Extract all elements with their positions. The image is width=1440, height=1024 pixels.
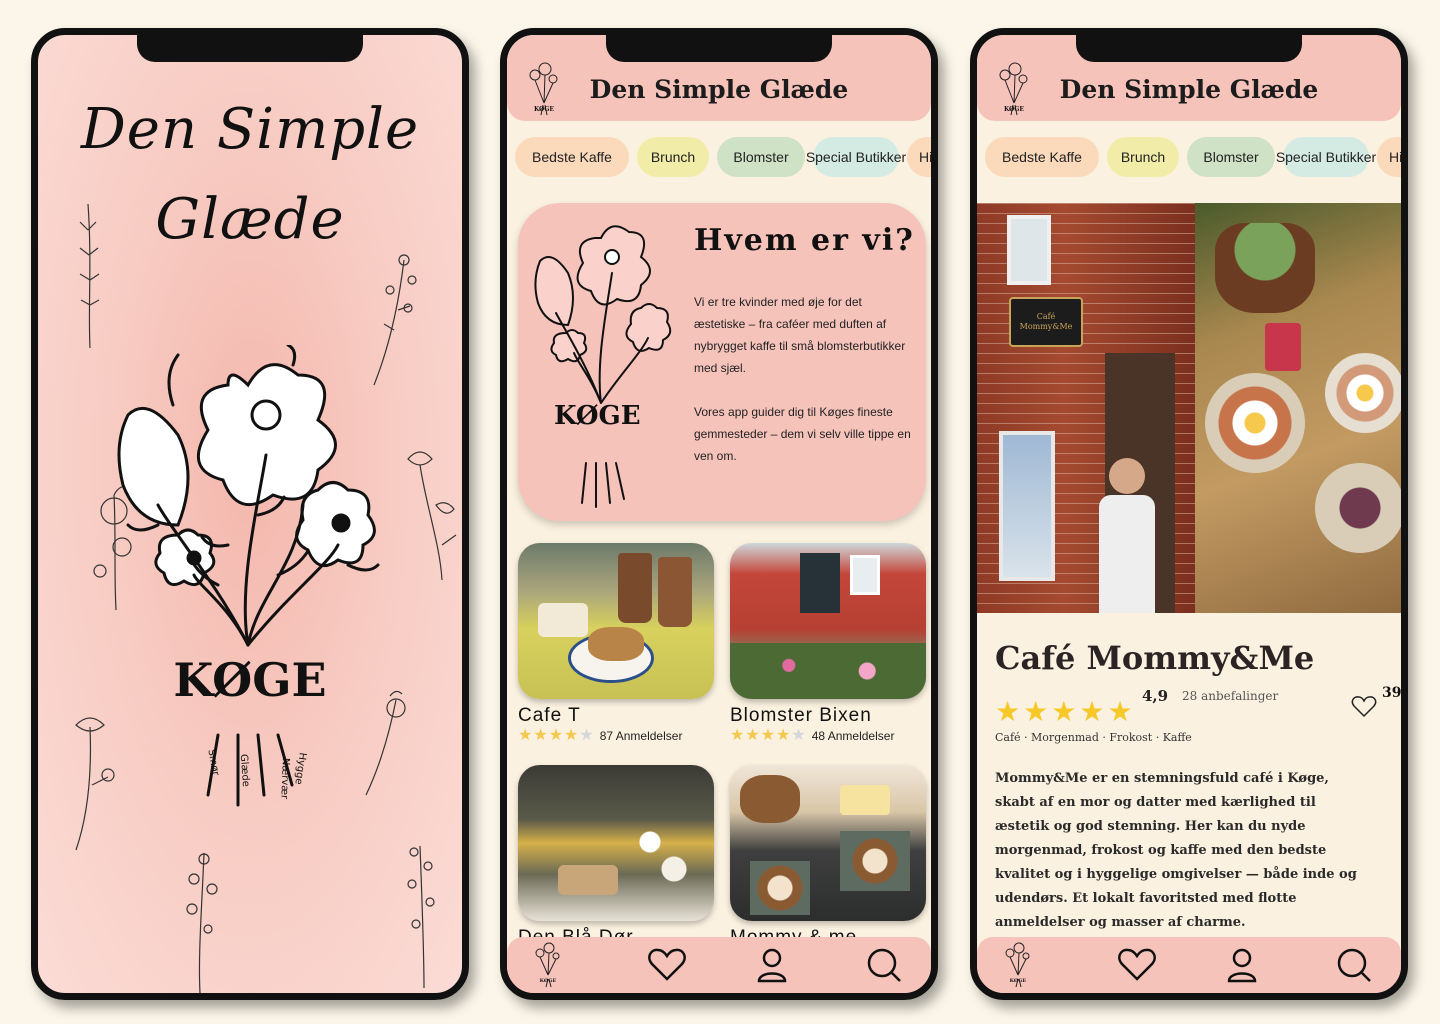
favorite-count: 39 (1382, 685, 1402, 701)
rating-value: 4,9 (1142, 687, 1169, 705)
about-title: Hvem er vi? (694, 223, 915, 258)
app-title: Den Simple Glæde (1059, 75, 1319, 104)
koge-logo-text: KØGE (173, 653, 327, 707)
recommendation-count: 28 anbefalinger (1182, 689, 1279, 703)
cafe-sign-line: Mommy&Me (1019, 322, 1073, 331)
chip-more[interactable]: Hi Ge (907, 137, 931, 177)
star-icon: ★ (533, 727, 548, 744)
place-title: Café Mommy&Me (995, 639, 1315, 677)
koge-logo-text: KØGE (554, 401, 641, 431)
flower-bouquet-illustration (117, 345, 380, 807)
star-icon: ★ (518, 727, 533, 744)
place-card-mommy-and-me[interactable]: Mommy & me (730, 765, 926, 949)
flower-sprig-icon (407, 845, 435, 989)
svg-text:KØGE: KØGE (1010, 977, 1027, 984)
star-icon: ★ (1023, 696, 1049, 727)
bottom-nav: KØGE (977, 937, 1401, 993)
star-icon: ★ (1051, 696, 1077, 727)
svg-text:KØGE: KØGE (540, 977, 557, 984)
star-rating: ★ ★ ★ ★ ★ (730, 727, 806, 744)
ribbon-word: Nærvær (278, 757, 291, 800)
chip-special-butikker[interactable]: Special Butikker (1276, 137, 1376, 177)
chip-bedste-kaffe[interactable]: Bedste Kaffe (515, 137, 629, 177)
phone-detail-screen: KØGE Den Simple Glæde Bedste Kaffe Brunch… (970, 28, 1408, 1000)
star-icon: ★ (1079, 696, 1105, 727)
ribbon-words: Smør Glæde Nærvær Hygge (200, 747, 320, 827)
search-icon[interactable] (1334, 947, 1374, 983)
chip-brunch[interactable]: Brunch (637, 137, 709, 177)
phone-notch (606, 35, 832, 62)
chip-bedste-kaffe[interactable]: Bedste Kaffe (985, 137, 1099, 177)
place-card-blomster-bixen[interactable]: Blomster Bixen ★ ★ ★ ★ ★ 48 Anmeldelser (730, 543, 926, 744)
heart-icon[interactable] (647, 947, 687, 983)
cafe-brunch-photo (1195, 203, 1401, 613)
splash-title-line1: Den Simple (80, 97, 420, 162)
star-icon: ★ (548, 727, 564, 744)
den-blaa-doer-photo[interactable] (518, 765, 714, 921)
about-paragraph: Vi er tre kvinder med øje for det æsteti… (694, 295, 906, 375)
ribbon-word: Glæde (237, 753, 252, 788)
place-card-cafe-t[interactable]: Cafe T ★ ★ ★ ★ ★ 87 Anmeldelser (518, 543, 714, 744)
about-text: Vi er tre kvinder med øje for det æsteti… (694, 291, 916, 467)
place-description: Mommy&Me er en stemningsfuld café i Køge… (995, 771, 1357, 930)
chip-brunch[interactable]: Brunch (1107, 137, 1179, 177)
app-title: Den Simple Glæde (589, 75, 849, 104)
flower-sprig-icon (79, 203, 100, 349)
phone-splash-screen: Den Simple Glæde KØGE Smør Glæde Nærvær … (31, 28, 469, 1000)
place-card-den-blaa-doer[interactable]: Den Blå Dør (518, 765, 714, 949)
flower-sprig-icon (407, 451, 457, 581)
star-icon: ★ (995, 696, 1021, 727)
place-name[interactable]: Cafe T (518, 705, 714, 727)
star-rating: ★ ★ ★ ★ ★ (995, 695, 1133, 728)
phone-notch (137, 35, 363, 62)
review-count: 48 Anmeldelser (811, 729, 895, 743)
svg-text:KØGE: KØGE (534, 106, 554, 113)
cafe-sign-line: Café (1036, 312, 1056, 321)
chip-more[interactable]: Hi Ge (1377, 137, 1401, 177)
user-icon[interactable] (1222, 947, 1262, 983)
star-icon: ★ (745, 727, 760, 744)
review-count: 87 Anmeldelser (599, 729, 683, 743)
place-rating-row: ★ ★ ★ ★ ★ 48 Anmeldelser (730, 727, 926, 744)
star-empty-icon: ★ (579, 727, 594, 744)
heart-icon[interactable] (1117, 947, 1157, 983)
user-icon[interactable] (752, 947, 792, 983)
home-logo-icon[interactable]: KØGE (533, 939, 563, 989)
cafe-facade-photo: Café Mommy&Me (977, 203, 1195, 613)
star-icon: ★ (730, 727, 745, 744)
flower-bouquet-illustration (534, 225, 672, 508)
flower-sprig-icon (186, 852, 218, 993)
bottom-nav: KØGE (507, 937, 931, 993)
category-chips: Bedste Kaffe Brunch Blomster Special Butikk… (985, 137, 1401, 181)
chip-blomster[interactable]: Blomster (717, 137, 805, 177)
star-icon: ★ (760, 727, 776, 744)
cafe-t-photo[interactable] (518, 543, 714, 699)
svg-text:KØGE: KØGE (1004, 106, 1024, 113)
chip-special-butikker[interactable]: Special Butikker (806, 137, 906, 177)
mommy-and-me-photo[interactable] (730, 765, 926, 921)
star-rating: ★ ★ ★ ★ ★ (518, 727, 594, 744)
chip-blomster[interactable]: Blomster (1187, 137, 1275, 177)
star-icon: ★ (1107, 696, 1133, 727)
cafe-hero-photos: Café Mommy&Me (977, 203, 1401, 613)
ribbon-word: Smør (205, 748, 221, 777)
favorite-heart-icon[interactable] (1351, 695, 1377, 719)
star-empty-icon: ★ (791, 727, 806, 744)
star-icon: ★ (564, 727, 579, 744)
place-rating-row: ★ ★ ★ ★ ★ 87 Anmeldelser (518, 727, 714, 744)
phone-notch (1076, 35, 1302, 62)
ribbon-word: Hygge (292, 751, 308, 786)
blomster-bixen-photo[interactable] (730, 543, 926, 699)
about-paragraph: Vores app guider dig til Køges fineste g… (694, 405, 911, 463)
about-us-card: KØGE Hvem er vi? Vi er tre kvinder med ø… (518, 203, 926, 521)
category-chips: Bedste Kaffe Brunch Blomster Special Butikk… (515, 137, 931, 181)
home-logo-icon[interactable]: KØGE (1003, 939, 1033, 989)
star-icon: ★ (776, 727, 791, 744)
search-icon[interactable] (864, 947, 904, 983)
place-name[interactable]: Blomster Bixen (730, 705, 926, 727)
place-categories: Café · Morgenmad · Frokost · Kaffe (995, 731, 1192, 744)
phone-home-screen: KØGE Den Simple Glæde Bedste Kaffe Brunch… (500, 28, 938, 1000)
cafe-sign: Café Mommy&Me (1009, 297, 1083, 347)
